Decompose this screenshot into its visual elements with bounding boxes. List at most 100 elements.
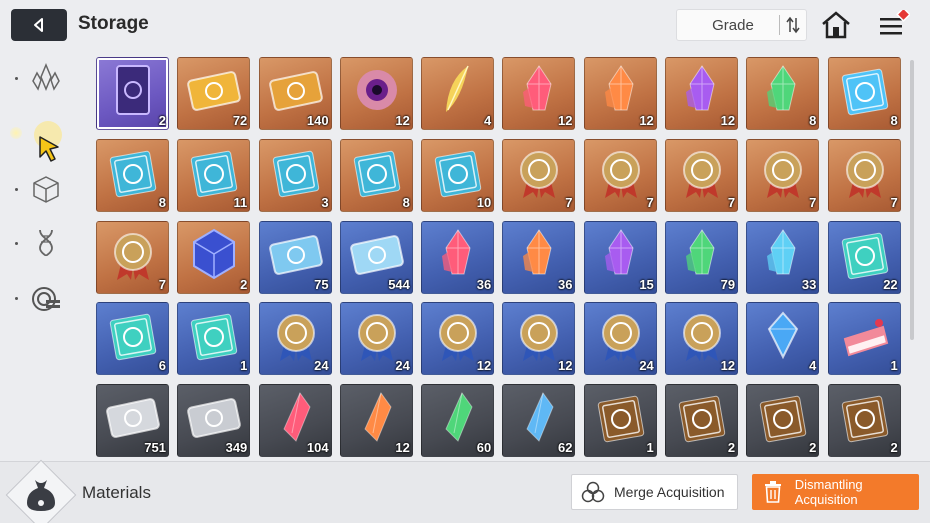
item-slot[interactable]: 12 xyxy=(665,57,739,130)
item-slot[interactable]: 72 xyxy=(177,57,251,130)
medal-icon xyxy=(276,314,315,362)
item-slot[interactable]: 36 xyxy=(421,220,495,294)
item-slot[interactable]: 2 xyxy=(177,220,251,294)
item-slot[interactable]: 1 xyxy=(583,384,657,458)
ticket-icon xyxy=(268,234,323,275)
item-slot[interactable]: 349 xyxy=(177,384,251,458)
book-icon xyxy=(760,395,807,443)
item-slot[interactable]: 1 xyxy=(177,302,251,376)
item-slot[interactable]: 12 xyxy=(339,384,413,458)
item-slot[interactable]: 79 xyxy=(665,220,739,294)
page-title: Storage xyxy=(78,13,149,34)
item-quantity: 3 xyxy=(321,194,329,210)
item-quantity: 33 xyxy=(801,276,817,292)
ticket-icon xyxy=(350,234,404,275)
eye-orb-icon xyxy=(356,70,397,110)
sidebar-item-cubes[interactable] xyxy=(28,171,64,207)
grid-scrollbar[interactable] xyxy=(910,60,914,340)
item-quantity: 12 xyxy=(558,113,573,128)
item-slot[interactable]: 4 xyxy=(421,57,495,130)
item-slot[interactable]: 8 xyxy=(96,138,169,212)
sidebar-item-crystals[interactable] xyxy=(28,60,64,96)
item-slot[interactable]: 751 xyxy=(96,384,169,458)
item-slot[interactable]: 12 xyxy=(583,57,657,130)
category-sidebar xyxy=(0,55,80,455)
book-icon xyxy=(678,395,726,443)
book-icon xyxy=(272,150,319,197)
item-slot[interactable]: 22 xyxy=(827,220,901,294)
item-slot[interactable]: 8 xyxy=(339,138,413,212)
cursor-select-icon xyxy=(34,121,62,162)
item-slot[interactable]: 12 xyxy=(502,302,576,376)
merge-acquisition-button[interactable]: Merge Acquisition xyxy=(571,474,738,510)
item-slot[interactable]: 2 xyxy=(96,57,169,130)
trash-icon xyxy=(765,481,782,503)
merge-acquisition-label: Merge Acquisition xyxy=(614,484,725,500)
sidebar-item-modules[interactable] xyxy=(28,281,64,317)
item-slot[interactable]: 7 xyxy=(665,138,739,212)
item-slot[interactable]: 104 xyxy=(258,384,332,458)
book-icon xyxy=(109,314,157,361)
item-slot[interactable]: 6 xyxy=(96,302,169,376)
sidebar-item-selected[interactable] xyxy=(28,117,68,169)
item-slot[interactable]: 15 xyxy=(583,220,657,294)
item-quantity: 7 xyxy=(809,194,817,210)
item-slot[interactable]: 24 xyxy=(583,302,657,376)
back-button[interactable] xyxy=(11,9,67,41)
item-slot[interactable]: 12 xyxy=(421,302,495,376)
item-slot[interactable]: 24 xyxy=(339,302,413,376)
item-quantity: 11 xyxy=(233,194,248,210)
home-button[interactable] xyxy=(820,10,852,40)
item-slot[interactable]: 7 xyxy=(746,138,820,212)
item-slot[interactable]: 7 xyxy=(502,138,576,212)
medal-icon xyxy=(114,232,152,280)
module-chip-icon xyxy=(32,287,60,311)
category-label: Materials xyxy=(82,483,151,502)
dismantling-acquisition-button[interactable]: Dismantling Acquisition xyxy=(752,474,919,510)
sort-order-icon xyxy=(786,16,800,34)
cube-icon xyxy=(33,176,59,203)
item-slot[interactable]: 33 xyxy=(746,220,820,294)
item-quantity: 6 xyxy=(158,358,166,374)
crystal-icon xyxy=(686,228,715,275)
item-slot[interactable]: 2 xyxy=(665,384,739,458)
sidebar-item-genes[interactable] xyxy=(28,225,64,261)
book-icon xyxy=(434,150,482,197)
item-slot[interactable]: 1 xyxy=(827,302,901,376)
sidebar-active-indicator xyxy=(10,127,22,139)
item-slot[interactable]: 60 xyxy=(421,384,495,458)
item-slot[interactable]: 11 xyxy=(177,138,251,212)
menu-button[interactable] xyxy=(876,7,911,42)
item-quantity: 75 xyxy=(314,276,329,292)
item-slot[interactable]: 62 xyxy=(502,384,576,458)
item-slot[interactable]: 24 xyxy=(258,302,332,376)
item-slot[interactable]: 36 xyxy=(502,220,576,294)
item-slot[interactable]: 75 xyxy=(258,220,332,294)
sort-order-toggle[interactable] xyxy=(780,16,806,34)
item-slot[interactable]: 7 xyxy=(827,138,901,212)
item-slot[interactable]: 7 xyxy=(583,138,657,212)
sort-dropdown[interactable]: Grade xyxy=(676,9,807,41)
item-slot[interactable]: 2 xyxy=(827,384,901,458)
item-quantity: 2 xyxy=(809,440,817,456)
item-slot[interactable]: 12 xyxy=(502,57,576,130)
item-slot[interactable]: 12 xyxy=(665,302,739,376)
crystal-icon xyxy=(442,228,471,275)
shard-icon xyxy=(526,392,555,443)
item-slot[interactable]: 8 xyxy=(827,57,901,130)
item-slot[interactable]: 140 xyxy=(258,57,332,130)
item-quantity: 8 xyxy=(402,194,410,210)
item-slot[interactable]: 544 xyxy=(339,220,413,294)
item-quantity: 10 xyxy=(476,194,492,210)
item-slot[interactable]: 10 xyxy=(421,138,495,212)
item-slot[interactable]: 2 xyxy=(746,384,820,458)
book-icon xyxy=(597,395,644,443)
item-slot[interactable]: 4 xyxy=(746,302,820,376)
item-slot[interactable]: 8 xyxy=(746,57,820,130)
item-slot[interactable]: 12 xyxy=(339,57,413,130)
item-slot[interactable]: 7 xyxy=(96,220,169,294)
item-quantity: 7 xyxy=(646,194,654,210)
item-quantity: 62 xyxy=(558,440,573,456)
item-slot[interactable]: 3 xyxy=(258,138,332,212)
item-quantity: 7 xyxy=(890,194,898,210)
